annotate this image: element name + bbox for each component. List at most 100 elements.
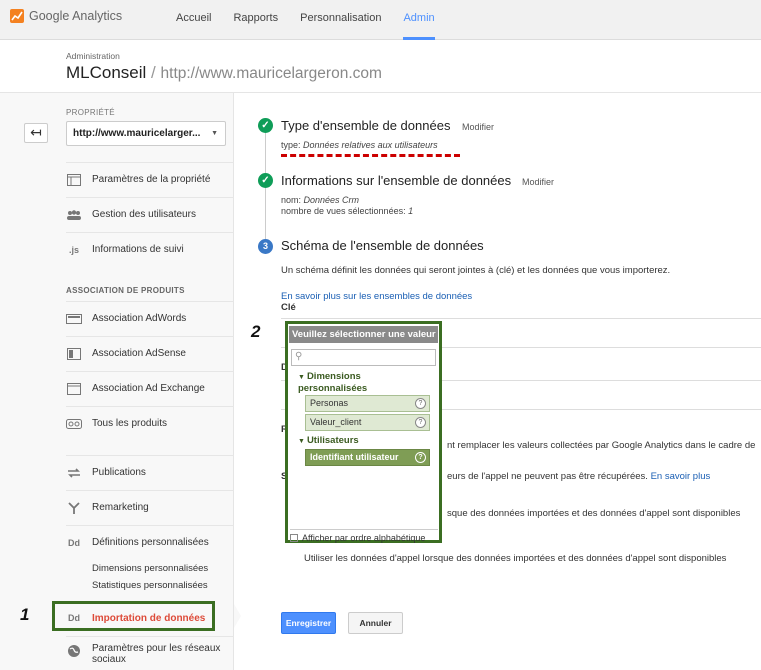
modify-link[interactable]: Modifier: [522, 177, 554, 187]
sidebar-item-remarketing[interactable]: Remarketing: [66, 490, 234, 524]
analytics-logo-icon: [10, 9, 24, 23]
red-dashed-underline: [281, 154, 460, 157]
key-dropdown-panel: Veuillez sélectionner une valeur ⚲ ▼ Dime…: [285, 321, 442, 543]
check-icon: ✓: [258, 173, 273, 188]
sub-item-custom-metrics[interactable]: Statistiques personnalisées: [92, 580, 208, 591]
nav-personnalisation[interactable]: Personnalisation: [300, 0, 381, 40]
adexchange-icon: [66, 381, 82, 397]
views-count-value: 1: [408, 206, 414, 216]
step-connector: [265, 188, 266, 240]
property-label: PROPRIÉTÉ: [66, 108, 115, 117]
admin-label: Administration: [66, 51, 120, 61]
sidebar-item-label: Remarketing: [92, 502, 149, 513]
sidebar-item-label: Tous les produits: [92, 418, 168, 429]
sidebar-item-label: Définitions personnalisées: [92, 537, 209, 548]
sidebar-item-label: Paramètres de la propriété: [92, 174, 211, 185]
checkbox[interactable]: [290, 534, 298, 542]
step-3-number: 3: [258, 239, 273, 254]
search-icon: ⚲: [295, 351, 303, 362]
group-users: ▼ Utilisateurs: [298, 435, 359, 446]
dropdown-search-input[interactable]: ⚲: [291, 349, 436, 366]
sidebar-item-tracking[interactable]: .js Informations de suivi: [66, 232, 234, 266]
group-custom-dimensions: ▼ Dimensions personnalisées: [298, 371, 368, 394]
sidebar-item-custom-definitions[interactable]: Dd Définitions personnalisées: [66, 525, 234, 559]
learn-more-link[interactable]: En savoir plus sur les ensembles de donn…: [281, 291, 472, 302]
step-2-detail: nom: Données Crm nombre de vues sélectio…: [281, 195, 414, 216]
step-1-detail: type: Données relatives aux utilisateurs: [281, 140, 438, 150]
account-name: MLConseil: [66, 63, 147, 82]
modify-link[interactable]: Modifier: [462, 122, 494, 132]
sidebar-item-label: Paramètres pour les réseaux sociaux: [92, 643, 221, 665]
option-call-data-priority[interactable]: Utiliser les données d'appel lorsque des…: [304, 553, 726, 564]
triangle-down-icon: ▼: [298, 438, 305, 445]
nav-admin[interactable]: Admin: [403, 0, 435, 40]
top-bar: Google Analytics Accueil Rapports Person…: [0, 0, 761, 40]
back-arrow-icon: ↤: [30, 124, 42, 140]
sidebar-item-adsense[interactable]: Association AdSense: [66, 336, 234, 370]
sidebar-item-label: Association Ad Exchange: [92, 383, 205, 394]
dropdown-header[interactable]: Veuillez sélectionner une valeur: [289, 326, 438, 343]
account-url: http://www.mauricelargeron.com: [160, 65, 382, 82]
link-icon: [66, 416, 82, 432]
sidebar-item-label: Publications: [92, 467, 146, 478]
remarketing-icon: [66, 500, 82, 516]
learn-more-link-2[interactable]: En savoir plus: [651, 471, 711, 482]
dataset-type-value: Données relatives aux utilisateurs: [303, 140, 438, 150]
back-button[interactable]: ↤: [24, 123, 48, 143]
publish-icon: [66, 465, 82, 481]
option-user-id[interactable]: Identifiant utilisateur ?: [305, 449, 430, 466]
option-imported-priority: sque des données importées et des donnée…: [447, 508, 741, 519]
step-2-title: Informations sur l'ensemble de données: [281, 173, 512, 188]
globe-icon: [66, 643, 82, 659]
help-icon[interactable]: ?: [415, 452, 426, 463]
dd-icon: Dd: [68, 537, 80, 548]
adwords-icon: [66, 311, 82, 327]
property-value: http://www.mauricelarger...: [73, 128, 201, 139]
sidebar-item-label: Gestion des utilisateurs: [92, 209, 196, 220]
main-nav: Accueil Rapports Personnalisation Admin: [176, 0, 457, 40]
annotation-marker-1: 1: [20, 605, 30, 624]
save-button[interactable]: Enregistrer: [281, 612, 336, 634]
step-1-title: Type d'ensemble de données: [281, 118, 451, 133]
check-icon: ✓: [258, 118, 273, 133]
sub-item-custom-dimensions[interactable]: Dimensions personnalisées: [92, 563, 208, 574]
overwrite-description: nt remplacer les valeurs collectées par …: [447, 440, 756, 451]
brand-name: Google Analytics: [29, 9, 123, 23]
highlight-box-data-import: [52, 601, 215, 631]
section-label: ASSOCIATION DE PRODUITS: [66, 286, 185, 295]
field-divider: [281, 318, 761, 319]
option-valeur-client[interactable]: Valeur_client ?: [305, 414, 430, 431]
step-3-title: Schéma de l'ensemble de données: [281, 238, 484, 253]
adsense-icon: [66, 346, 82, 362]
nav-rapports[interactable]: Rapports: [233, 0, 278, 40]
sidebar-item-social-settings[interactable]: Paramètres pour les réseaux sociaux: [66, 636, 234, 670]
key-label: Clé: [281, 302, 296, 313]
title-separator: /: [151, 63, 156, 82]
sidebar-item-all-products[interactable]: Tous les produits: [66, 406, 234, 440]
annotation-marker-2: 2: [251, 322, 261, 341]
page-title: MLConseil / http://www.mauricelargeron.c…: [66, 63, 382, 83]
cancel-button[interactable]: Annuler: [348, 612, 403, 634]
schema-description: Un schéma définit les données qui seront…: [281, 265, 671, 276]
sidebar-item-adexchange[interactable]: Association Ad Exchange: [66, 371, 234, 405]
sidebar-item-adwords[interactable]: Association AdWords: [66, 301, 234, 335]
logo[interactable]: Google Analytics: [10, 9, 122, 23]
sidebar-item-property-settings[interactable]: Paramètres de la propriété: [66, 162, 234, 196]
sidebar-item-users[interactable]: Gestion des utilisateurs: [66, 197, 234, 231]
nav-accueil[interactable]: Accueil: [176, 0, 211, 40]
users-icon: [66, 207, 82, 223]
sidebar: ↤ PROPRIÉTÉ http://www.mauricelarger... …: [0, 93, 234, 670]
sidebar-item-publications[interactable]: Publications: [66, 455, 234, 489]
triangle-down-icon: ▼: [298, 374, 305, 381]
help-icon[interactable]: ?: [415, 398, 426, 409]
alphabetical-toggle[interactable]: Afficher par ordre alphabétique: [290, 529, 438, 543]
sidebar-item-label: Association AdSense: [92, 348, 186, 359]
dataset-name-value: Données Crm: [303, 195, 360, 205]
chevron-down-icon: ▼: [211, 130, 218, 137]
step-connector: [265, 133, 266, 175]
help-icon[interactable]: ?: [415, 417, 426, 428]
property-select[interactable]: http://www.mauricelarger... ▼: [66, 121, 226, 146]
sidebar-item-label: Informations de suivi: [92, 244, 184, 255]
option-personas[interactable]: Personas ?: [305, 395, 430, 412]
overwrite-note: eurs de l'appel ne peuvent pas être récu…: [447, 471, 711, 482]
